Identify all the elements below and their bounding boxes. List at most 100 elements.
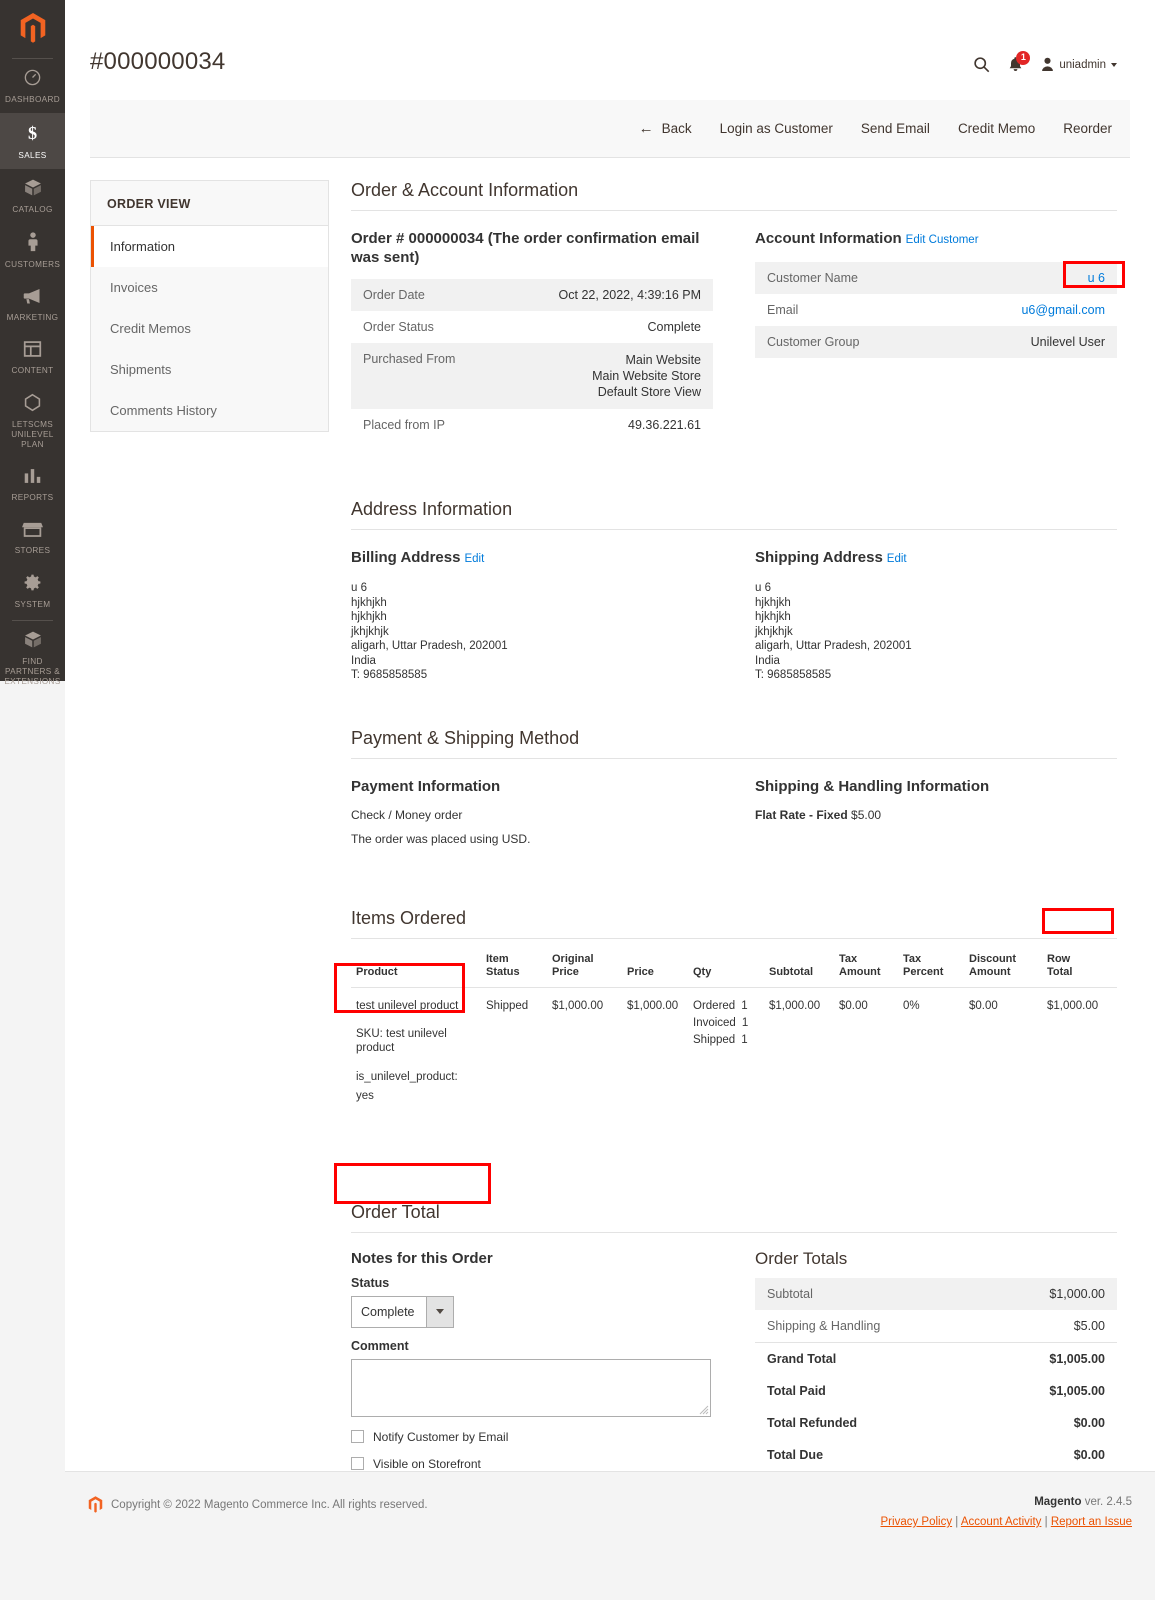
order-view-item-shipments[interactable]: Shipments [91,349,328,390]
product-option-value: yes [356,1089,374,1102]
section-title-order-total: Order Total [351,1202,1117,1233]
column-header-price: Price [622,946,688,988]
visible-on-storefront-checkbox-row[interactable]: Visible on Storefront [351,1457,713,1471]
status-field: Status Complete [351,1276,713,1328]
page-content-wrapper: #000000034 1 uniadmin ← Back Login as Cu… [65,0,1155,1520]
shipping-method-name: Flat Rate - Fixed [755,807,848,822]
order-status-value: Complete [647,320,702,334]
total-due-value: $0.00 [1073,1447,1105,1462]
page-footer: Copyright © 2022 Magento Commerce Inc. A… [65,1471,1155,1600]
box-icon [2,178,63,202]
sidebar-item-stores[interactable]: STORES [0,511,65,564]
sidebar-item-find-partners-extensions[interactable]: FIND PARTNERS & EXTENSIONS [0,621,65,695]
notify-customer-checkbox-row[interactable]: Notify Customer by Email [351,1430,713,1444]
reorder-button[interactable]: Reorder [1063,121,1112,136]
sidebar-item-customers[interactable]: CUSTOMERS [0,223,65,278]
sidebar-item-marketing[interactable]: MARKETING [0,278,65,331]
address-line: aligarh, Uttar Pradesh, 202001 [755,640,912,652]
address-line: hjkhjkh [351,611,387,623]
search-icon[interactable] [973,56,990,73]
billing-address-heading: Billing Address Edit [351,548,713,569]
sidebar-item-dashboard[interactable]: DASHBOARD [0,59,65,113]
comment-textarea[interactable] [351,1358,711,1417]
table-row: Subtotal $1,000.00 [755,1277,1117,1310]
total-refunded-value: $0.00 [1073,1415,1105,1430]
send-email-button[interactable]: Send Email [861,121,930,136]
order-status-label: Order Status [363,320,434,334]
header-actions: 1 uniadmin [973,48,1117,73]
bell-icon[interactable]: 1 [1008,51,1031,73]
order-view-item-comments-history[interactable]: Comments History [91,390,328,431]
customer-email-value[interactable]: u6@gmail.com [943,294,1117,326]
edit-shipping-address-link[interactable]: Edit [887,553,907,565]
cell-price: $1,000.00 [627,999,679,1012]
notes-for-order-title: Notes for this Order [351,1249,493,1267]
sidebar-item-catalog[interactable]: CATALOG [0,169,65,223]
qty-invoiced-value: 1 [741,1016,749,1029]
edit-customer-link[interactable]: Edit Customer [906,234,979,246]
customer-group-label: Customer Group [755,326,944,358]
product-option: is_unilevel_product: yes [356,1068,476,1106]
address-line: T: 9685858585 [755,669,832,681]
order-view-title: ORDER VIEW [91,181,328,226]
sidebar-label-system: SYSTEM [14,600,51,609]
admin-sidebar-nav: DASHBOARD $ SALES CATALOG CUSTOMERS MARK… [0,0,65,686]
chevron-down-icon [1111,62,1117,67]
magento-logo-icon[interactable] [0,0,65,56]
sidebar-item-reports[interactable]: REPORTS [0,458,65,511]
cell-item-status: Shipped [486,999,529,1012]
sidebar-item-content[interactable]: CONTENT [0,331,65,384]
billing-address-title: Billing Address [351,549,461,566]
billing-address-column: Billing Address Edit u 6 hjkhjkh hjkhjkh … [351,548,713,683]
sidebar-label-letscms: CONTENT [11,366,54,375]
customer-name-value[interactable]: u 6 [943,262,1117,294]
product-name: test unilevel product [356,999,459,1012]
customer-name-label: Customer Name [755,262,944,294]
status-label: Status [351,1275,390,1290]
total-paid-value: $1,005.00 [1049,1383,1105,1398]
account-information-heading: Account Information Edit Customer [755,229,1117,250]
status-select[interactable]: Complete [351,1295,454,1328]
column-header-item-status: Item Status [481,946,547,988]
grand-total-value: $1,005.00 [984,1341,1117,1375]
status-select-value: Complete [361,1304,415,1319]
shipping-method-line: Flat Rate - Fixed $5.00 [755,808,1117,822]
login-as-customer-button[interactable]: Login as Customer [720,121,833,136]
address-line: hjkhjkh [351,596,387,609]
credit-memo-button[interactable]: Credit Memo [958,121,1035,136]
table-row: Order Status Complete [351,311,713,343]
footer-separator-1: | [955,1516,959,1528]
order-date-label: Order Date [351,279,500,311]
sidebar-item-system[interactable]: SYSTEM [0,564,65,618]
shipping-method-amount: $5.00 [851,807,882,822]
privacy-policy-link[interactable]: Privacy Policy [881,1516,953,1528]
report-an-issue-link[interactable]: Report an Issue [1051,1516,1132,1528]
column-header-row-total: Row Total [1042,946,1117,988]
cell-tax-percent: 0% [903,999,920,1012]
order-view-item-information[interactable]: Information [91,226,328,267]
page-header: #000000034 1 uniadmin [65,0,1155,76]
address-line: jkhjkhjk [755,625,793,638]
chevron-down-icon [426,1296,453,1327]
sidebar-label-dashboard: DASHBOARD [4,95,60,104]
section-title-items-ordered: Items Ordered [351,908,1117,939]
address-line: jkhjkhjk [351,625,389,638]
back-button[interactable]: ← Back [639,120,692,137]
visible-on-storefront-checkbox[interactable] [351,1457,364,1470]
qty-ordered: Ordered 1 [693,998,759,1015]
back-button-label: Back [661,121,692,136]
sidebar-item-sales[interactable]: $ SALES [0,113,65,169]
account-activity-link[interactable]: Account Activity [961,1516,1042,1528]
order-date-value: Oct 22, 2022, 4:39:16 PM [499,279,713,311]
purchased-from-value: Main Website Main Website Store Default … [499,343,713,409]
section-title-address-information: Address Information [351,499,1117,530]
order-view-item-credit-memos[interactable]: Credit Memos [91,308,328,349]
sidebar-item-letscms-unilevel-plan[interactable]: LETSCMS UNILEVEL PLAN [0,384,65,458]
edit-billing-address-link[interactable]: Edit [464,553,484,565]
order-view-item-invoices[interactable]: Invoices [91,267,328,308]
shipping-handling-column: Shipping & Handling Information Flat Rat… [755,777,1117,856]
admin-user-menu[interactable]: uniadmin [1041,57,1117,72]
sidebar-label-catalog: CATALOG [12,205,53,214]
notify-customer-checkbox[interactable] [351,1430,364,1443]
footer-separator-2: | [1044,1516,1048,1528]
